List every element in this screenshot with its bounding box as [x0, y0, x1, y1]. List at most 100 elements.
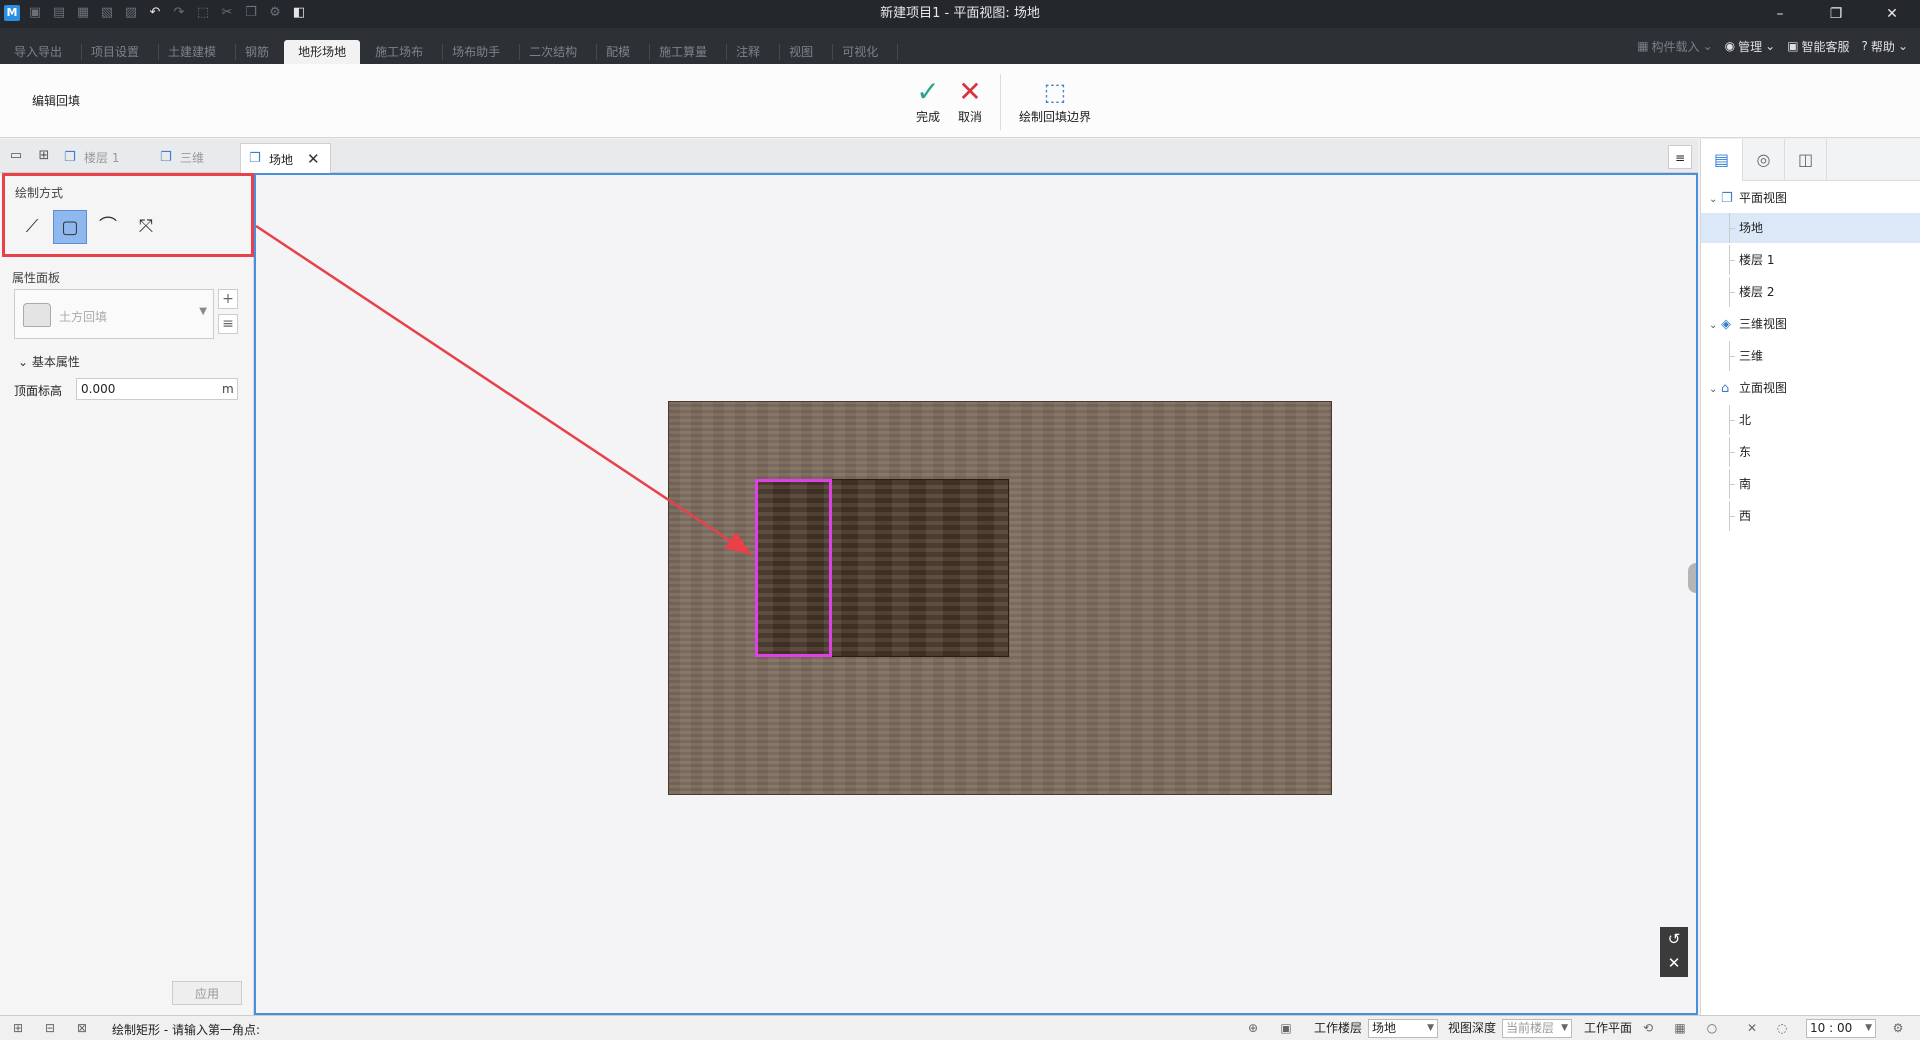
basic-properties-header[interactable]: ⌄ 基本属性: [18, 353, 80, 370]
house-icon: ⌂: [1721, 381, 1730, 396]
time-select[interactable]: 10 : 00 ▼: [1806, 1019, 1876, 1038]
select-icon[interactable]: ⬚: [194, 4, 212, 22]
type-name: 土方回填: [59, 310, 108, 324]
reset-view-icon[interactable]: ↺: [1660, 927, 1688, 951]
tree-group-plan[interactable]: ⌄ ❐ 平面视图: [1701, 183, 1920, 213]
save-view-icon[interactable]: ▣: [1278, 1020, 1294, 1036]
tree-item-north[interactable]: 北: [1701, 405, 1920, 435]
tab-visualization[interactable]: 可视化: [828, 40, 899, 64]
mode-title: 编辑回填: [32, 94, 81, 108]
tile-icon[interactable]: ⊟: [42, 1020, 58, 1036]
draw-boundary-button[interactable]: ⬚ 绘制回填边界: [1012, 76, 1098, 125]
tab-terrain-site[interactable]: 地形场地: [284, 40, 361, 64]
tab-layout-assistant[interactable]: 场布助手: [438, 40, 521, 64]
new-file-icon[interactable]: ▣: [26, 4, 44, 22]
minimize-button[interactable]: –: [1752, 0, 1808, 28]
tab-site[interactable]: ❐ 场地 ✕: [240, 143, 331, 173]
settings-icon[interactable]: ⚙: [1890, 1020, 1906, 1036]
apply-button[interactable]: 应用: [172, 981, 242, 1005]
type-selector[interactable]: 土方回填 ▼: [14, 289, 214, 339]
context-toolbar: 编辑回填 ✓ 完成 ✕ 取消 ⬚ 绘制回填边界: [0, 64, 1920, 138]
redo-icon[interactable]: ↷: [170, 4, 188, 22]
pick-tool-icon[interactable]: ⤧: [129, 210, 163, 244]
undo-icon[interactable]: ↶: [146, 4, 164, 22]
draw-mode-section: 绘制方式 ⟋ ▢ ⌒ ⤧: [2, 173, 254, 257]
top-elevation-input[interactable]: [76, 378, 238, 400]
tree-group-3d[interactable]: ⌄ ◈ 三维视图: [1701, 309, 1920, 339]
tree-item-west[interactable]: 西: [1701, 501, 1920, 531]
smart-service-button[interactable]: ▣ 智能客服: [1787, 38, 1849, 55]
tab-import-export[interactable]: 导入导出: [0, 40, 83, 64]
plan-view-icon: ❐: [64, 150, 76, 165]
zoom-fit-icon[interactable]: ⊕: [1245, 1020, 1261, 1036]
add-type-button[interactable]: +: [218, 289, 238, 309]
view-depth-select[interactable]: 当前楼层 ▼: [1502, 1019, 1572, 1038]
tree-item-site[interactable]: 场地: [1701, 213, 1920, 243]
work-floor-select[interactable]: 场地 ▼: [1368, 1019, 1438, 1038]
copy-icon[interactable]: ❐: [242, 4, 260, 22]
arc-tool-icon[interactable]: ⌒: [91, 210, 125, 244]
tree-item-floor-1[interactable]: 楼层 1: [1701, 245, 1920, 275]
cube-icon: ◈: [1721, 317, 1731, 332]
tab-civil-modeling[interactable]: 土建建模: [154, 40, 237, 64]
tree-group-elevation[interactable]: ⌄ ⌂ 立面视图: [1701, 373, 1920, 403]
3d-box-icon[interactable]: ◧: [290, 4, 308, 22]
finish-button[interactable]: ✓ 完成: [908, 76, 948, 125]
layout-tab-icon[interactable]: ◫: [1785, 139, 1827, 181]
save-icon[interactable]: ▦: [74, 4, 92, 22]
close-tab-icon[interactable]: ✕: [307, 150, 320, 168]
cancel-button[interactable]: ✕ 取消: [950, 76, 990, 125]
window-controls: – ❐ ✕: [1752, 0, 1920, 28]
sun-icon[interactable]: ◌: [1774, 1020, 1790, 1036]
type-list-button[interactable]: ≡: [218, 314, 238, 334]
plan-view-icon: ❐: [1721, 191, 1733, 206]
tree-item-floor-2[interactable]: 楼层 2: [1701, 277, 1920, 307]
cut-icon[interactable]: ✂: [218, 4, 236, 22]
view-tab-bar: ▭ ⊞ ❐ 楼层 1 ❐ 三维 ❐ 场地 ✕ ≡: [0, 139, 1698, 173]
view-browser-tab-icon[interactable]: ▤: [1701, 139, 1743, 181]
top-elevation-label: 顶面标高: [14, 384, 63, 398]
export-icon[interactable]: ▨: [122, 4, 140, 22]
visibility-tab-icon[interactable]: ◎: [1743, 139, 1785, 181]
panel-collapse-handle[interactable]: [1688, 563, 1696, 593]
tab-annotation[interactable]: 注释: [722, 40, 781, 64]
caret-down-icon: ⌄: [1709, 320, 1718, 331]
work-floor-label: 工作楼层: [1314, 1021, 1363, 1035]
tab-construction-layout[interactable]: 施工场布: [361, 40, 444, 64]
tab-quantity[interactable]: 施工算量: [645, 40, 728, 64]
tab-secondary-structure[interactable]: 二次结构: [515, 40, 598, 64]
left-panel: 绘制方式 ⟋ ▢ ⌒ ⤧ 属性面板 土方回填 ▼ + ≡ ⌄ 基本属性 顶面标高…: [0, 173, 254, 1015]
component-load-button[interactable]: ▦ 构件载入 ⌄: [1637, 38, 1712, 55]
snap-icon[interactable]: ▦: [1672, 1020, 1688, 1036]
open-file-icon[interactable]: ▤: [50, 4, 68, 22]
tree-item-south[interactable]: 南: [1701, 469, 1920, 499]
tab-view[interactable]: 视图: [775, 40, 834, 64]
component-icon: ▦: [1637, 39, 1649, 53]
close-window-button[interactable]: ✕: [1864, 0, 1920, 28]
settings-icon[interactable]: ⚙: [266, 4, 284, 22]
chevron-down-icon: ⌄: [1897, 39, 1908, 53]
restore-button[interactable]: ❐: [1808, 0, 1864, 28]
menu-icon[interactable]: ≡: [1668, 145, 1692, 169]
isolate-icon[interactable]: ✕: [1744, 1020, 1760, 1036]
light-icon[interactable]: ○: [1704, 1020, 1720, 1036]
tab-3d[interactable]: ❐ 三维: [152, 143, 214, 173]
tab-formwork[interactable]: 配模: [592, 40, 651, 64]
tab-floor-1[interactable]: ❐ 楼层 1: [56, 143, 129, 173]
grid-view-icon[interactable]: ⊞: [10, 1020, 26, 1036]
grid-icon[interactable]: ⊞: [36, 148, 52, 164]
close-view-icon[interactable]: ✕: [1660, 951, 1688, 975]
plan-canvas[interactable]: ↺ ✕: [254, 173, 1698, 1015]
work-plane-icon[interactable]: ⟲: [1640, 1020, 1656, 1036]
window-icon[interactable]: ▭: [8, 148, 24, 164]
help-button[interactable]: ? 帮助 ⌄: [1862, 38, 1908, 55]
save-as-icon[interactable]: ▧: [98, 4, 116, 22]
tree-item-east[interactable]: 东: [1701, 437, 1920, 467]
tab-project-settings[interactable]: 项目设置: [77, 40, 160, 64]
line-tool-icon[interactable]: ⟋: [15, 210, 49, 244]
rectangle-tool-icon[interactable]: ▢: [53, 210, 87, 244]
tab-rebar[interactable]: 钢筋: [231, 40, 290, 64]
layout-icon[interactable]: ⊠: [74, 1020, 90, 1036]
manage-button[interactable]: ◉ 管理 ⌄: [1725, 38, 1776, 55]
tree-item-3d[interactable]: 三维: [1701, 341, 1920, 371]
